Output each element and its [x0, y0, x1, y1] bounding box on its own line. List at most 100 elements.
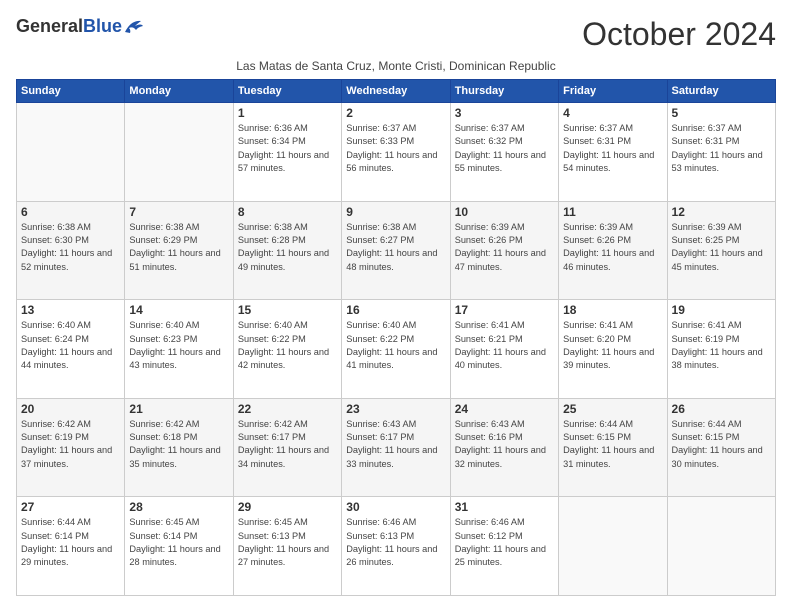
table-row — [17, 103, 125, 202]
table-row: 11 Sunrise: 6:39 AMSunset: 6:26 PMDayligh… — [559, 201, 667, 300]
table-row: 5 Sunrise: 6:37 AMSunset: 6:31 PMDaylight… — [667, 103, 775, 202]
day-number: 17 — [455, 303, 554, 317]
day-number: 23 — [346, 402, 445, 416]
header-row: Sunday Monday Tuesday Wednesday Thursday… — [17, 80, 776, 103]
day-number: 28 — [129, 500, 228, 514]
table-row: 26 Sunrise: 6:44 AMSunset: 6:15 PMDayligh… — [667, 398, 775, 497]
day-number: 20 — [21, 402, 120, 416]
table-row: 15Sunrise: 6:40 AMSunset: 6:22 PMDayligh… — [233, 300, 341, 399]
subtitle: Las Matas de Santa Cruz, Monte Cristi, D… — [16, 59, 776, 73]
table-row: 3 Sunrise: 6:37 AMSunset: 6:32 PMDaylight… — [450, 103, 558, 202]
table-row: 22Sunrise: 6:42 AMSunset: 6:17 PMDayligh… — [233, 398, 341, 497]
day-number: 11 — [563, 205, 662, 219]
header-saturday: Saturday — [667, 80, 775, 103]
day-info: Sunrise: 6:42 AMSunset: 6:18 PMDaylight:… — [129, 418, 228, 471]
day-info: Sunrise: 6:46 AMSunset: 6:12 PMDaylight:… — [455, 516, 554, 569]
day-info: Sunrise: 6:42 AMSunset: 6:19 PMDaylight:… — [21, 418, 120, 471]
day-info: Sunrise: 6:38 AMSunset: 6:28 PMDaylight:… — [238, 221, 337, 274]
header: GeneralBlue October 2024 — [16, 16, 776, 53]
title-area: October 2024 — [582, 16, 776, 53]
day-number: 15 — [238, 303, 337, 317]
header-wednesday: Wednesday — [342, 80, 450, 103]
day-info: Sunrise: 6:44 AMSunset: 6:15 PMDaylight:… — [672, 418, 771, 471]
header-monday: Monday — [125, 80, 233, 103]
table-row: 10 Sunrise: 6:39 AMSunset: 6:26 PMDayligh… — [450, 201, 558, 300]
table-row: 13 Sunrise: 6:40 AMSunset: 6:24 PMDayligh… — [17, 300, 125, 399]
day-number: 6 — [21, 205, 120, 219]
calendar-week-1: 1 Sunrise: 6:36 AMSunset: 6:34 PMDaylight… — [17, 103, 776, 202]
calendar-table: Sunday Monday Tuesday Wednesday Thursday… — [16, 79, 776, 596]
day-number: 27 — [21, 500, 120, 514]
day-info: Sunrise: 6:37 AMSunset: 6:31 PMDaylight:… — [563, 122, 662, 175]
logo-general: GeneralBlue — [16, 16, 122, 37]
table-row: 14Sunrise: 6:40 AMSunset: 6:23 PMDayligh… — [125, 300, 233, 399]
table-row: 18 Sunrise: 6:41 AMSunset: 6:20 PMDayligh… — [559, 300, 667, 399]
table-row: 19 Sunrise: 6:41 AMSunset: 6:19 PMDayligh… — [667, 300, 775, 399]
table-row — [559, 497, 667, 596]
day-number: 24 — [455, 402, 554, 416]
table-row — [667, 497, 775, 596]
day-info: Sunrise: 6:39 AMSunset: 6:25 PMDaylight:… — [672, 221, 771, 274]
logo-text: GeneralBlue — [16, 16, 145, 37]
day-number: 16 — [346, 303, 445, 317]
day-info: Sunrise: 6:40 AMSunset: 6:24 PMDaylight:… — [21, 319, 120, 372]
day-info: Sunrise: 6:37 AMSunset: 6:33 PMDaylight:… — [346, 122, 445, 175]
day-info: Sunrise: 6:38 AMSunset: 6:30 PMDaylight:… — [21, 221, 120, 274]
day-number: 13 — [21, 303, 120, 317]
day-number: 19 — [672, 303, 771, 317]
day-info: Sunrise: 6:40 AMSunset: 6:22 PMDaylight:… — [346, 319, 445, 372]
header-thursday: Thursday — [450, 80, 558, 103]
table-row: 29Sunrise: 6:45 AMSunset: 6:13 PMDayligh… — [233, 497, 341, 596]
day-number: 18 — [563, 303, 662, 317]
table-row: 30Sunrise: 6:46 AMSunset: 6:13 PMDayligh… — [342, 497, 450, 596]
table-row: 25Sunrise: 6:44 AMSunset: 6:15 PMDayligh… — [559, 398, 667, 497]
table-row: 23 Sunrise: 6:43 AMSunset: 6:17 PMDayligh… — [342, 398, 450, 497]
day-number: 10 — [455, 205, 554, 219]
table-row: 17 Sunrise: 6:41 AMSunset: 6:21 PMDayligh… — [450, 300, 558, 399]
table-row: 7Sunrise: 6:38 AMSunset: 6:29 PMDaylight… — [125, 201, 233, 300]
day-info: Sunrise: 6:41 AMSunset: 6:21 PMDaylight:… — [455, 319, 554, 372]
day-number: 4 — [563, 106, 662, 120]
calendar-week-5: 27Sunrise: 6:44 AMSunset: 6:14 PMDayligh… — [17, 497, 776, 596]
calendar-week-4: 20 Sunrise: 6:42 AMSunset: 6:19 PMDayligh… — [17, 398, 776, 497]
table-row: 8Sunrise: 6:38 AMSunset: 6:28 PMDaylight… — [233, 201, 341, 300]
day-info: Sunrise: 6:39 AMSunset: 6:26 PMDaylight:… — [563, 221, 662, 274]
day-number: 1 — [238, 106, 337, 120]
day-info: Sunrise: 6:40 AMSunset: 6:23 PMDaylight:… — [129, 319, 228, 372]
day-info: Sunrise: 6:36 AMSunset: 6:34 PMDaylight:… — [238, 122, 337, 175]
table-row: 1 Sunrise: 6:36 AMSunset: 6:34 PMDaylight… — [233, 103, 341, 202]
day-number: 5 — [672, 106, 771, 120]
calendar-week-2: 6 Sunrise: 6:38 AMSunset: 6:30 PMDaylight… — [17, 201, 776, 300]
table-row: 31 Sunrise: 6:46 AMSunset: 6:12 PMDayligh… — [450, 497, 558, 596]
day-number: 21 — [129, 402, 228, 416]
day-info: Sunrise: 6:42 AMSunset: 6:17 PMDaylight:… — [238, 418, 337, 471]
day-number: 2 — [346, 106, 445, 120]
table-row: 28Sunrise: 6:45 AMSunset: 6:14 PMDayligh… — [125, 497, 233, 596]
day-number: 26 — [672, 402, 771, 416]
header-friday: Friday — [559, 80, 667, 103]
day-number: 12 — [672, 205, 771, 219]
table-row: 12 Sunrise: 6:39 AMSunset: 6:25 PMDayligh… — [667, 201, 775, 300]
table-row: 6 Sunrise: 6:38 AMSunset: 6:30 PMDaylight… — [17, 201, 125, 300]
table-row: 2 Sunrise: 6:37 AMSunset: 6:33 PMDaylight… — [342, 103, 450, 202]
day-number: 31 — [455, 500, 554, 514]
day-number: 25 — [563, 402, 662, 416]
day-info: Sunrise: 6:37 AMSunset: 6:32 PMDaylight:… — [455, 122, 554, 175]
day-number: 7 — [129, 205, 228, 219]
day-info: Sunrise: 6:37 AMSunset: 6:31 PMDaylight:… — [672, 122, 771, 175]
calendar-week-3: 13 Sunrise: 6:40 AMSunset: 6:24 PMDayligh… — [17, 300, 776, 399]
table-row: 16 Sunrise: 6:40 AMSunset: 6:22 PMDayligh… — [342, 300, 450, 399]
calendar-header: Sunday Monday Tuesday Wednesday Thursday… — [17, 80, 776, 103]
table-row: 4 Sunrise: 6:37 AMSunset: 6:31 PMDaylight… — [559, 103, 667, 202]
day-info: Sunrise: 6:41 AMSunset: 6:19 PMDaylight:… — [672, 319, 771, 372]
day-info: Sunrise: 6:43 AMSunset: 6:17 PMDaylight:… — [346, 418, 445, 471]
table-row: 24Sunrise: 6:43 AMSunset: 6:16 PMDayligh… — [450, 398, 558, 497]
day-info: Sunrise: 6:39 AMSunset: 6:26 PMDaylight:… — [455, 221, 554, 274]
day-info: Sunrise: 6:38 AMSunset: 6:27 PMDaylight:… — [346, 221, 445, 274]
logo: GeneralBlue — [16, 16, 145, 37]
day-info: Sunrise: 6:41 AMSunset: 6:20 PMDaylight:… — [563, 319, 662, 372]
day-number: 9 — [346, 205, 445, 219]
table-row: 9 Sunrise: 6:38 AMSunset: 6:27 PMDaylight… — [342, 201, 450, 300]
day-number: 3 — [455, 106, 554, 120]
day-number: 30 — [346, 500, 445, 514]
